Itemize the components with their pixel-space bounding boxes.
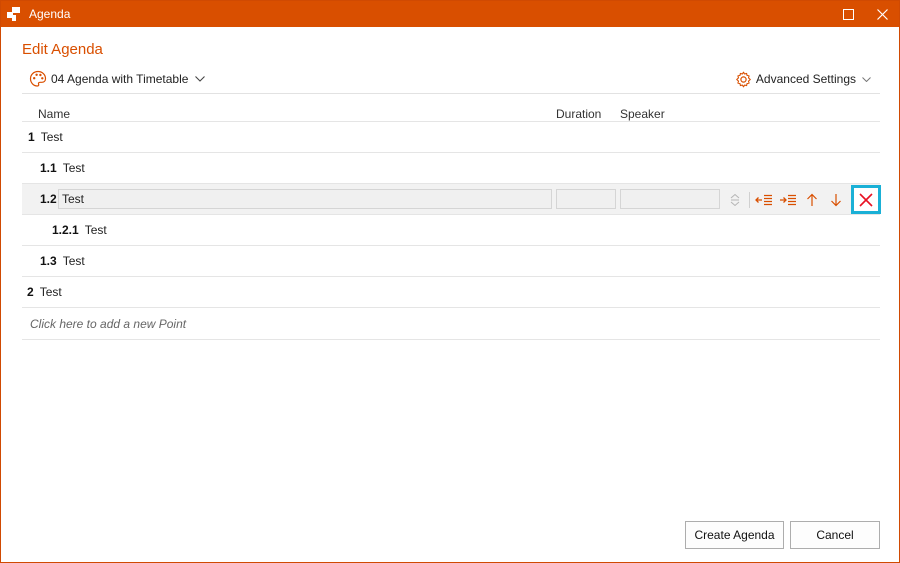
advanced-settings-label: Advanced Settings (755, 72, 856, 86)
agenda-item-number: 1.1 (40, 161, 57, 175)
maximize-button[interactable] (831, 1, 865, 27)
indent-button[interactable] (777, 189, 799, 211)
agenda-item-name: Test (62, 161, 85, 175)
advanced-settings-dropdown[interactable]: Advanced Settings (735, 69, 871, 89)
gear-icon (736, 71, 751, 87)
agenda-item[interactable]: 1.1 Test (22, 152, 880, 183)
palette-icon (29, 70, 47, 87)
item-speaker-input[interactable] (620, 189, 720, 209)
template-dropdown[interactable]: 04 Agenda with Timetable (29, 69, 206, 89)
drag-handle[interactable] (724, 189, 746, 211)
agenda-item-name: Test (40, 130, 63, 144)
outdent-button[interactable] (753, 189, 775, 211)
outdent-icon (755, 194, 772, 205)
agenda-window: Agenda Edit Agenda 04 Agenda with Timeta… (0, 0, 900, 563)
indent-icon (780, 194, 796, 205)
add-point-hint: Click here to add a new Point (30, 316, 187, 331)
app-logo-icon (6, 6, 22, 22)
template-label: 04 Agenda with Timetable (51, 72, 189, 86)
agenda-item[interactable]: 1.2.1 Test (22, 214, 880, 245)
agenda-item-name: Test (84, 223, 107, 237)
divider (22, 93, 880, 94)
add-point-row[interactable]: Click here to add a new Point (22, 307, 880, 340)
close-icon (876, 8, 888, 20)
move-up-button[interactable] (801, 189, 823, 211)
agenda-item-name: Test (39, 285, 62, 299)
row-toolbar (724, 184, 881, 215)
chevron-down-icon (862, 76, 871, 82)
column-header-name: Name (38, 107, 71, 121)
dialog-heading: Edit Agenda (22, 41, 103, 58)
close-window-button[interactable] (865, 1, 899, 27)
agenda-item-number: 1 (28, 130, 35, 144)
title-bar[interactable]: Agenda (1, 1, 899, 27)
arrow-up-icon (807, 193, 817, 206)
column-header-duration: Duration (556, 107, 602, 121)
agenda-item-number: 2 (27, 285, 34, 299)
move-down-button[interactable] (825, 189, 847, 211)
drag-handle-icon (730, 193, 740, 206)
agenda-item-number: 1.2.1 (52, 223, 79, 237)
agenda-item[interactable]: 2 Test (22, 276, 880, 307)
close-icon (859, 192, 873, 207)
maximize-icon (842, 8, 854, 20)
delete-item-button[interactable] (851, 185, 881, 214)
column-header-speaker: Speaker (620, 107, 665, 121)
cancel-button[interactable]: Cancel (790, 521, 880, 549)
chevron-down-icon (195, 76, 206, 82)
separator (749, 191, 750, 208)
create-agenda-button[interactable]: Create Agenda (685, 521, 784, 549)
agenda-item[interactable]: 1.3 Test (22, 245, 880, 276)
item-duration-input[interactable] (556, 189, 616, 209)
agenda-item-number: 1.2 (40, 192, 57, 206)
window-title: Agenda (29, 7, 71, 21)
item-name-input[interactable]: Test (58, 189, 552, 209)
agenda-item-selected[interactable]: 1.2 Test (22, 183, 881, 215)
agenda-list: 1 Test 1.1 Test 1.2 Test 1.2.1 Test 1.3 … (22, 121, 881, 340)
agenda-item[interactable]: 1 Test (22, 121, 880, 152)
arrow-down-icon (831, 193, 841, 206)
agenda-item-number: 1.3 (40, 254, 57, 268)
agenda-item-name: Test (62, 254, 85, 268)
